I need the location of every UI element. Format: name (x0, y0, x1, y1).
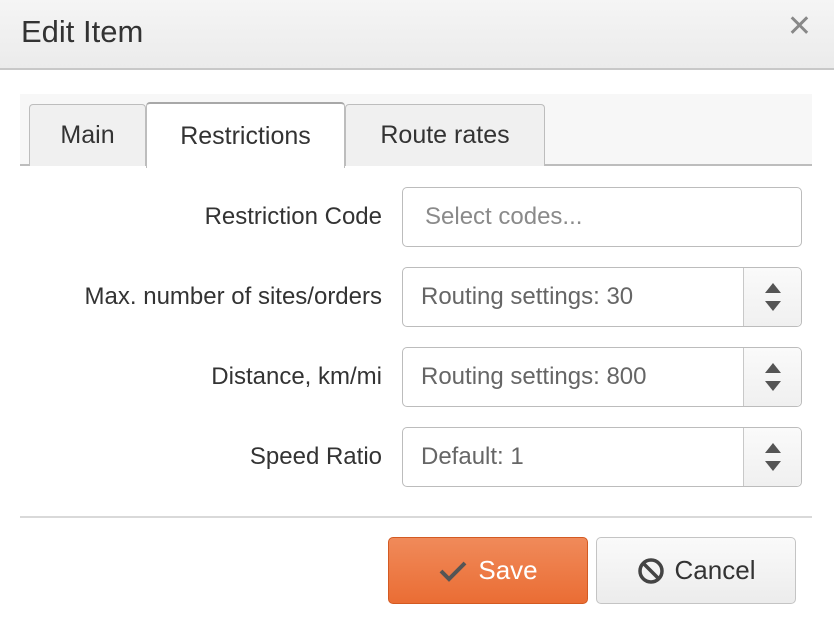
speed-ratio-label: Speed Ratio (249, 443, 382, 470)
distance-stepper (743, 348, 801, 406)
cancel-button[interactable]: Cancel (596, 537, 796, 604)
decrement-icon[interactable] (764, 301, 781, 311)
close-icon: ✕ (786, 10, 812, 43)
restriction-code-label: Restriction Code (204, 203, 382, 230)
distance-input[interactable]: Routing settings: 800 (402, 347, 802, 407)
decrement-icon[interactable] (764, 461, 781, 471)
save-button[interactable]: Save (388, 537, 588, 604)
max-sites-row: Max. number of sites/orders Routing sett… (0, 267, 834, 327)
footer-divider (20, 516, 812, 518)
dialog-header: Edit Item ✕ (0, 0, 834, 70)
increment-icon[interactable] (764, 283, 781, 293)
increment-icon[interactable] (764, 363, 781, 373)
speed-ratio-row: Speed Ratio Default: 1 (0, 427, 834, 487)
cancel-label: Cancel (674, 555, 756, 585)
restriction-code-row: Restriction Code Select codes... (0, 187, 834, 247)
speed-ratio-input[interactable]: Default: 1 (402, 427, 802, 487)
tab-strip: Main Restrictions Route rates (20, 94, 812, 168)
max-sites-label: Max. number of sites/orders (84, 283, 382, 310)
tab-restrictions[interactable]: Restrictions (146, 102, 345, 168)
max-sites-input[interactable]: Routing settings: 30 (402, 267, 802, 327)
tab-main[interactable]: Main (29, 104, 146, 166)
tab-route-rates[interactable]: Route rates (345, 104, 545, 166)
restriction-code-placeholder: Select codes... (425, 203, 583, 230)
increment-icon[interactable] (764, 443, 781, 453)
speed-ratio-placeholder: Default: 1 (421, 443, 524, 470)
close-button[interactable]: ✕ (787, 12, 812, 42)
distance-row: Distance, km/mi Routing settings: 800 (0, 347, 834, 407)
dialog-title: Edit Item (21, 14, 144, 49)
save-label: Save (478, 555, 538, 585)
distance-placeholder: Routing settings: 800 (421, 363, 647, 390)
max-sites-placeholder: Routing settings: 30 (421, 283, 634, 310)
speed-ratio-stepper (743, 428, 801, 486)
check-icon (438, 559, 468, 583)
restriction-code-select[interactable]: Select codes... (402, 187, 802, 247)
decrement-icon[interactable] (764, 381, 781, 391)
max-sites-stepper (743, 268, 801, 326)
ban-icon (637, 557, 665, 585)
distance-label: Distance, km/mi (211, 363, 382, 390)
